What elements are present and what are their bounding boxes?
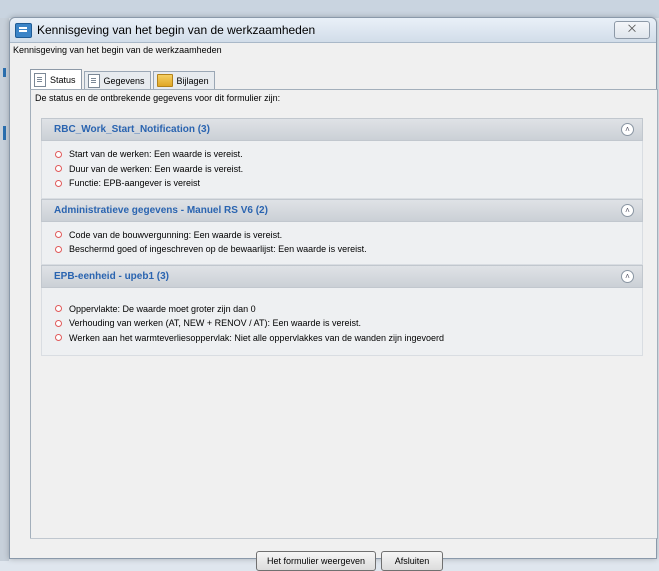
list-item: Start van de werken: Een waarde is verei…: [42, 147, 642, 162]
error-bullet-icon: [55, 179, 62, 187]
app-icon: [15, 23, 32, 38]
item-text: Oppervlakte: De waarde moet groter zijn …: [69, 303, 256, 314]
section-body: Start van de werken: Een waarde is verei…: [41, 141, 643, 199]
error-bullet-icon: [55, 334, 62, 342]
background-marker: [3, 68, 6, 77]
collapse-icon[interactable]: ˄: [621, 203, 634, 217]
list-item: Oppervlakte: De waarde moet groter zijn …: [42, 302, 642, 317]
section-body: Code van de bouwvergunning: Een waarde i…: [41, 221, 643, 265]
list-item: Functie: EPB-aangever is vereist: [42, 176, 642, 191]
error-bullet-icon: [55, 245, 62, 253]
section-header[interactable]: Administratieve gegevens - Manuel RS V6 …: [41, 198, 643, 222]
close-dialog-button[interactable]: Afsluiten: [381, 551, 443, 571]
item-text: Duur van de werken: Een waarde is vereis…: [69, 163, 244, 174]
tab-gegevens[interactable]: Gegevens: [83, 71, 151, 89]
item-text: Verhouding van werken (AT, NEW + RENOV /…: [69, 318, 362, 329]
section-title[interactable]: EPB-eenheid - upeb1 (3): [54, 271, 169, 282]
show-form-button[interactable]: Het formulier weergeven: [256, 551, 376, 571]
list-item: Code van de bouwvergunning: Een waarde i…: [42, 228, 642, 243]
collapse-icon[interactable]: ˄: [621, 269, 634, 283]
tab-status[interactable]: Status: [30, 69, 82, 89]
list-item: Verhouding van werken (AT, NEW + RENOV /…: [42, 316, 642, 331]
folder-icon: [156, 74, 173, 87]
section-header[interactable]: RBC_Work_Start_Notification (3) ˄: [41, 118, 643, 141]
section-body: Oppervlakte: De waarde moet groter zijn …: [41, 287, 643, 356]
document-icon: [34, 72, 46, 87]
section-epb-eenheid: EPB-eenheid - upeb1 (3) ˄ Oppervlakte: D…: [41, 264, 643, 356]
list-item: Werken aan het warmteverliesoppervlak: N…: [42, 331, 642, 346]
tab-label: Bijlagen: [176, 75, 209, 86]
panel-heading: De status en de ontbrekende gegevens voo…: [35, 93, 281, 103]
section-administratieve-gegevens: Administratieve gegevens - Manuel RS V6 …: [41, 198, 643, 265]
document-icon: [87, 73, 100, 88]
item-text: Beschermd goed of ingeschreven op de bew…: [69, 244, 367, 255]
section-rbc-work-start: RBC_Work_Start_Notification (3) ˄ Start …: [41, 118, 643, 199]
error-bullet-icon: [55, 305, 62, 313]
tab-label: Status: [50, 74, 76, 85]
section-title[interactable]: Administratieve gegevens - Manuel RS V6 …: [54, 205, 268, 216]
background-window-strip: [0, 0, 659, 18]
error-bullet-icon: [55, 150, 62, 158]
button-bar: Het formulier weergeven Afsluiten: [30, 538, 656, 571]
section-header[interactable]: EPB-eenheid - upeb1 (3) ˄: [41, 264, 643, 288]
item-text: Code van de bouwvergunning: Een waarde i…: [69, 229, 283, 240]
tab-bar: Status Gegevens Bijlagen: [30, 69, 217, 89]
close-icon: ⨉: [628, 24, 636, 35]
window-subtitle: Kennisgeving van het begin van de werkza…: [13, 45, 222, 55]
error-bullet-icon: [55, 165, 62, 173]
item-text: Start van de werken: Een waarde is verei…: [69, 149, 243, 160]
list-item: Duur van de werken: Een waarde is vereis…: [42, 162, 642, 177]
item-text: Functie: EPB-aangever is vereist: [69, 178, 201, 189]
background-left-edge: [0, 18, 9, 561]
window-title: Kennisgeving van het begin van de werkza…: [37, 23, 316, 37]
section-title[interactable]: RBC_Work_Start_Notification (3): [54, 124, 210, 135]
error-bullet-icon: [55, 319, 62, 327]
list-item: Beschermd goed of ingeschreven op de bew…: [42, 242, 642, 257]
item-text: Werken aan het warmteverliesoppervlak: N…: [69, 332, 445, 343]
background-marker: [3, 126, 6, 140]
tab-label: Gegevens: [103, 75, 145, 86]
title-bar[interactable]: Kennisgeving van het begin van de werkza…: [10, 18, 656, 43]
error-bullet-icon: [55, 231, 62, 239]
dialog-window: Kennisgeving van het begin van de werkza…: [9, 17, 658, 571]
collapse-icon[interactable]: ˄: [621, 123, 634, 136]
close-button[interactable]: ⨉: [614, 21, 650, 39]
status-panel: De status en de ontbrekende gegevens voo…: [30, 89, 658, 539]
tab-bijlagen[interactable]: Bijlagen: [152, 71, 215, 89]
